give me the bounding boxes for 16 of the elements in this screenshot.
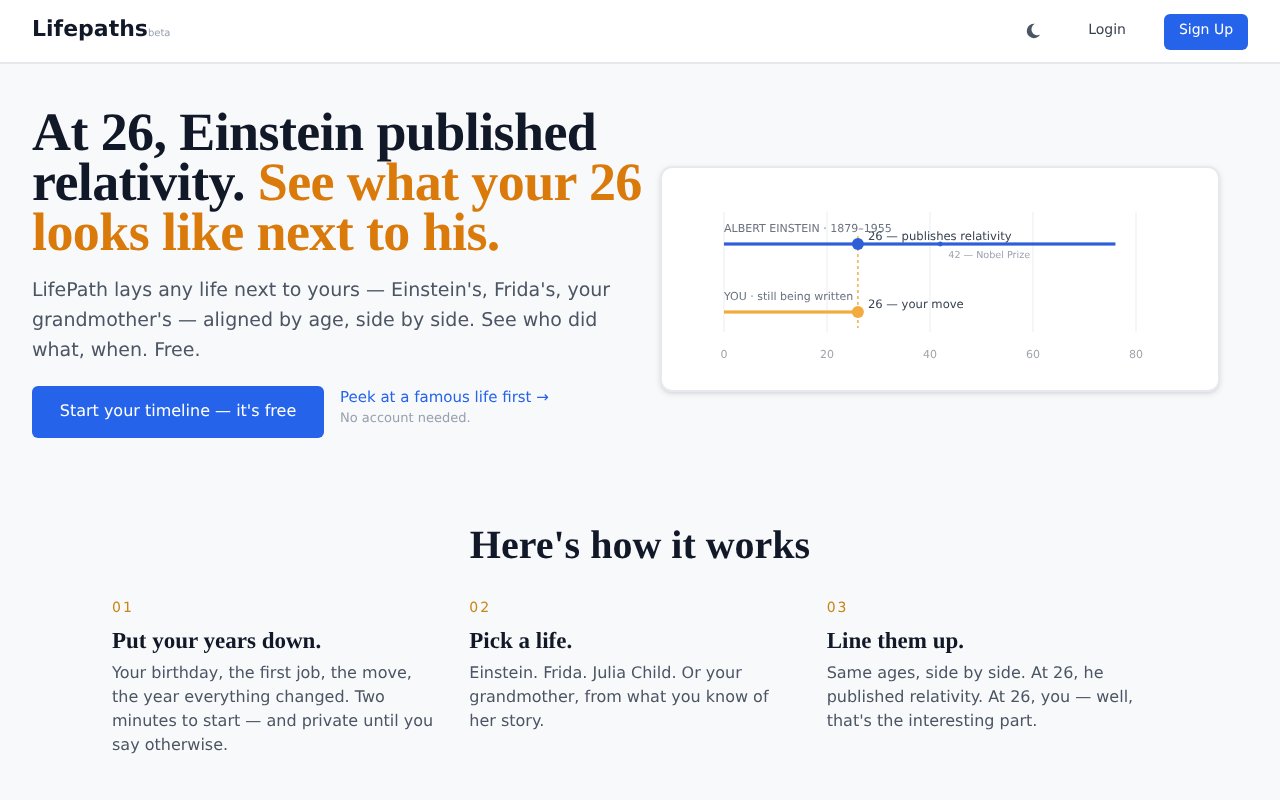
event-dot: [851, 306, 864, 318]
logo-text[interactable]: Lifepaths: [32, 14, 148, 48]
step-description: Einstein. Frida. Julia Child. Or your grandmother, from what you know of her story.: [469, 661, 771, 733]
step-title: Put your years down.: [112, 627, 324, 655]
step-title: Pick a life.: [469, 627, 575, 655]
event-dot: [937, 241, 943, 247]
step-description: Your birthday, the first job, the move, the year everything changed. Two minutes to start — and private until you say otherwise.: [112, 661, 436, 757]
start-timeline-button[interactable]: Start your timeline — it's free: [32, 386, 324, 438]
age-marker-line: [857, 235, 859, 329]
section-heading: Here's how it works: [469, 522, 811, 570]
step-title: Line them up.: [826, 627, 967, 655]
hero-description: LifePath lays any life next to yours — Einstein's, Frida's, your grandmother's — aligned by age, side by side. See who did what, when. Free.: [32, 278, 613, 366]
hero-headline: At 26, Einstein published relativity. See what your 26 looks like next to his.: [32, 108, 644, 258]
step-description: Same ages, side by side. At 26, he published relativity. At 26, you — well, that's the interesting part.: [826, 661, 1136, 733]
moon-icon[interactable]: [1024, 22, 1043, 40]
event-dot: [851, 238, 864, 250]
